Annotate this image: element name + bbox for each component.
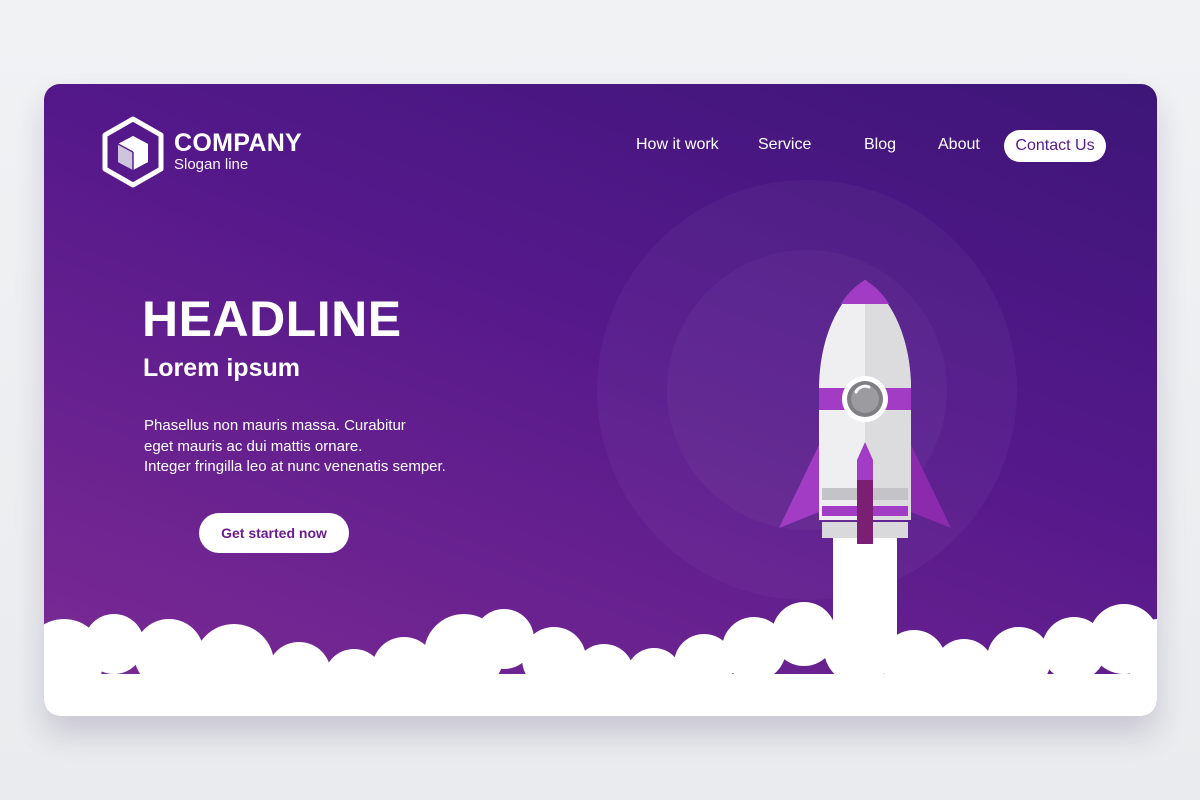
landing-page-card: COMPANY Slogan line How it work Service … bbox=[44, 84, 1157, 716]
cloud-bank bbox=[44, 602, 1157, 716]
